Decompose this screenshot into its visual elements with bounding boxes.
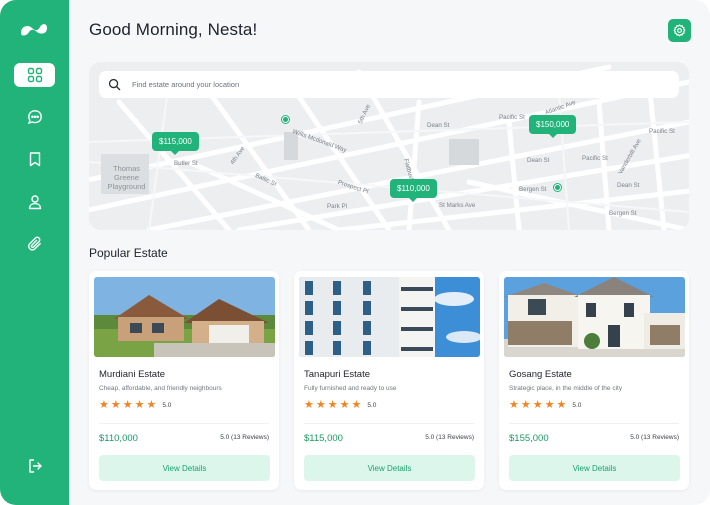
star-icon: ★ xyxy=(556,399,567,411)
sidebar-item-profile[interactable] xyxy=(14,190,55,214)
star-icon: ★ xyxy=(122,399,133,411)
divider xyxy=(509,423,679,424)
estate-name: Gosang Estate xyxy=(509,369,572,380)
estate-card[interactable]: Gosang Estate Strategic place, in the mi… xyxy=(499,271,689,490)
street-label: Pacific St xyxy=(499,114,525,121)
estate-description: Strategic place, in the middle of the ci… xyxy=(509,385,623,392)
divider xyxy=(304,423,474,424)
section-title: Popular Estate xyxy=(89,246,168,260)
sidebar-item-attachments[interactable] xyxy=(14,232,55,256)
divider xyxy=(99,423,269,424)
star-icon: ★ xyxy=(110,399,121,411)
estate-price: $115,000 xyxy=(304,433,343,444)
user-icon xyxy=(28,195,41,210)
map[interactable]: Willis Mcdonald Way 4th Ave Dean St Paci… xyxy=(89,62,689,230)
sidebar-item-bookmarks[interactable] xyxy=(14,147,55,171)
search-icon xyxy=(108,78,121,91)
sidebar-item-dashboard[interactable] xyxy=(14,63,55,87)
street-label: Pacific St xyxy=(649,128,675,135)
gear-icon xyxy=(673,24,686,37)
sidebar-item-messages[interactable] xyxy=(14,105,55,129)
estate-reviews: 5.0 (13 Reviews) xyxy=(220,434,269,441)
page-title: Good Morning, Nesta! xyxy=(89,20,258,39)
search-bar[interactable] xyxy=(99,71,679,98)
estate-price: $155,000 xyxy=(509,433,549,444)
estate-price: $110,000 xyxy=(99,433,138,444)
grid-icon xyxy=(27,67,42,83)
view-details-button[interactable]: View Details xyxy=(509,455,680,481)
logout-button[interactable] xyxy=(14,454,55,478)
street-label: Butler St xyxy=(174,160,198,167)
map-price-tag[interactable]: $150,000 xyxy=(529,115,577,138)
estate-name: Murdiani Estate xyxy=(99,369,166,380)
star-icon: ★ xyxy=(339,399,350,411)
estate-name: Tanapuri Estate xyxy=(304,369,371,380)
street-label: Bergen St xyxy=(609,210,637,217)
street-label: Dean St xyxy=(427,122,450,129)
star-icon: ★ xyxy=(544,399,555,411)
street-label: Dean St xyxy=(617,182,640,189)
estate-photo xyxy=(504,277,685,357)
star-icon: ★ xyxy=(327,399,338,411)
bookmark-icon xyxy=(29,152,40,167)
rating-value: 5.0 xyxy=(572,402,582,409)
rating-value: 5.0 xyxy=(162,402,172,409)
view-details-button[interactable]: View Details xyxy=(99,455,270,481)
map-location-dot[interactable] xyxy=(282,116,289,123)
estate-card[interactable]: Murdiani Estate Cheap, affordable, and f… xyxy=(89,271,279,490)
street-label: Bergen St xyxy=(519,186,547,193)
estate-card[interactable]: Tanapuri Estate Fully furnished and read… xyxy=(294,271,484,490)
estate-reviews: 5.0 (13 Reviews) xyxy=(630,434,679,441)
app-window: Good Morning, Nesta! Willis Mcdonald Way… xyxy=(0,0,710,505)
rating-stars: ★ ★ ★ ★ ★ 5.0 xyxy=(509,400,581,411)
map-price-tag[interactable]: $115,000 xyxy=(152,132,199,155)
street-label: Dean St xyxy=(527,157,550,164)
logout-icon xyxy=(28,459,42,473)
view-details-button[interactable]: View Details xyxy=(304,455,475,481)
estate-reviews: 5.0 (13 Reviews) xyxy=(425,434,474,441)
settings-button[interactable] xyxy=(668,19,691,42)
place-label: Thomas Greene Playground xyxy=(107,164,146,191)
star-icon: ★ xyxy=(146,399,157,411)
star-icon: ★ xyxy=(315,399,326,411)
street-label: St Marks Ave xyxy=(439,202,476,209)
map-location-dot[interactable] xyxy=(554,184,561,191)
star-icon: ★ xyxy=(532,399,543,411)
rating-stars: ★ ★ ★ ★ ★ 5.0 xyxy=(99,400,171,411)
star-icon: ★ xyxy=(509,399,519,411)
star-icon: ★ xyxy=(304,399,314,411)
sidebar xyxy=(0,0,69,505)
street-label: Pacific St xyxy=(582,155,608,162)
street-label: Park Pl xyxy=(327,203,347,210)
star-icon: ★ xyxy=(134,399,145,411)
search-input[interactable] xyxy=(132,80,532,89)
logo-icon xyxy=(21,24,47,36)
rating-value: 5.0 xyxy=(367,402,377,409)
estate-description: Fully furnished and ready to use xyxy=(304,385,397,392)
main-content: Good Morning, Nesta! Willis Mcdonald Way… xyxy=(69,0,710,505)
star-icon: ★ xyxy=(99,399,109,411)
estate-description: Cheap, affordable, and friendly neighbou… xyxy=(99,385,222,392)
chat-icon xyxy=(27,110,42,125)
paperclip-icon xyxy=(27,236,41,251)
estate-photo xyxy=(299,277,480,357)
rating-stars: ★ ★ ★ ★ ★ 5.0 xyxy=(304,400,376,411)
star-icon: ★ xyxy=(520,399,531,411)
estate-photo xyxy=(94,277,275,357)
map-price-tag[interactable]: $110,000 xyxy=(390,179,437,202)
star-icon: ★ xyxy=(351,399,362,411)
